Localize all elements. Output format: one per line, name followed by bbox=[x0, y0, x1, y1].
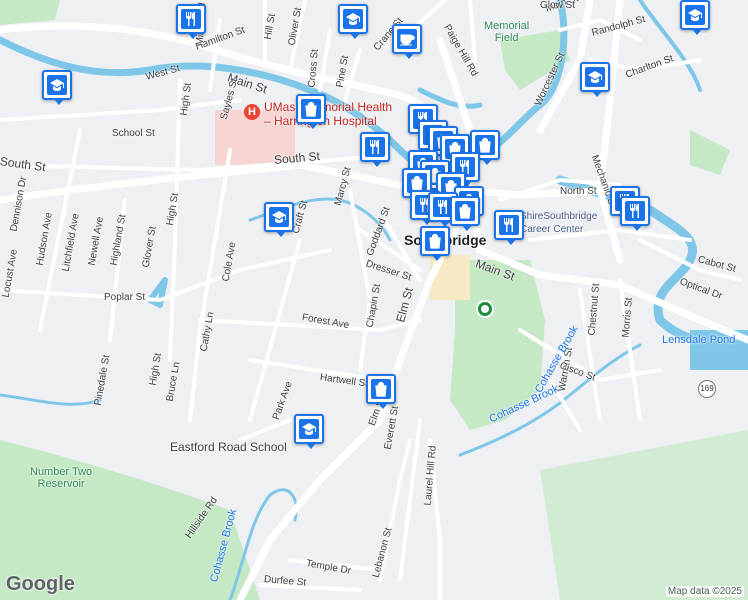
street-label: Glow St bbox=[540, 0, 576, 11]
restaurant-marker[interactable] bbox=[360, 132, 390, 167]
school-marker[interactable] bbox=[680, 0, 710, 35]
school-icon bbox=[47, 75, 67, 95]
street-label: Poplar St bbox=[104, 292, 146, 303]
school-marker[interactable] bbox=[580, 62, 610, 97]
shopping-marker[interactable] bbox=[420, 226, 450, 261]
school-icon bbox=[299, 419, 319, 439]
park-pin-icon[interactable] bbox=[476, 300, 494, 318]
shopping-icon bbox=[301, 99, 321, 119]
highway-shield: 169 bbox=[698, 380, 716, 398]
school-icon bbox=[343, 9, 363, 29]
restaurant-marker[interactable] bbox=[620, 196, 650, 231]
map-attribution[interactable]: Map data ©2025 bbox=[665, 586, 744, 597]
shopping-marker[interactable] bbox=[366, 374, 396, 409]
career-center-label[interactable]: ShireSouthbridge Career Center bbox=[520, 210, 620, 236]
restaurant-marker[interactable] bbox=[494, 210, 524, 245]
google-logo: Google bbox=[6, 573, 75, 595]
street-label: North St bbox=[560, 186, 597, 197]
restaurant-icon bbox=[365, 137, 385, 157]
school-label[interactable]: Eastford Road School bbox=[170, 440, 287, 454]
school-marker[interactable] bbox=[294, 414, 324, 449]
school-icon bbox=[585, 67, 605, 87]
hospital-label[interactable]: UMass Memorial Health – Harrington Hospi… bbox=[264, 100, 394, 128]
school-marker[interactable] bbox=[264, 202, 294, 237]
shopping-icon bbox=[425, 231, 445, 251]
restaurant-icon bbox=[499, 215, 519, 235]
lensdale-pond-label: Lensdale Pond bbox=[662, 334, 736, 346]
school-icon bbox=[685, 5, 705, 25]
restaurant-icon bbox=[625, 201, 645, 221]
reservoir-label: Number Two Reservoir bbox=[30, 466, 93, 490]
school-marker[interactable] bbox=[42, 70, 72, 105]
hospital-icon[interactable]: H bbox=[244, 104, 260, 120]
school-marker[interactable] bbox=[338, 4, 368, 39]
shopping-icon bbox=[371, 379, 391, 399]
street-label: School St bbox=[112, 128, 155, 139]
school-icon bbox=[269, 207, 289, 227]
shopping-marker[interactable] bbox=[450, 196, 480, 231]
cafe-icon bbox=[397, 29, 417, 49]
restaurant-icon bbox=[181, 9, 201, 29]
shopping-marker[interactable] bbox=[296, 94, 326, 129]
cafe-marker[interactable] bbox=[392, 24, 422, 59]
restaurant-marker[interactable] bbox=[176, 4, 206, 39]
memorial-field-label: Memorial Field bbox=[484, 20, 530, 44]
shopping-icon bbox=[455, 201, 475, 221]
